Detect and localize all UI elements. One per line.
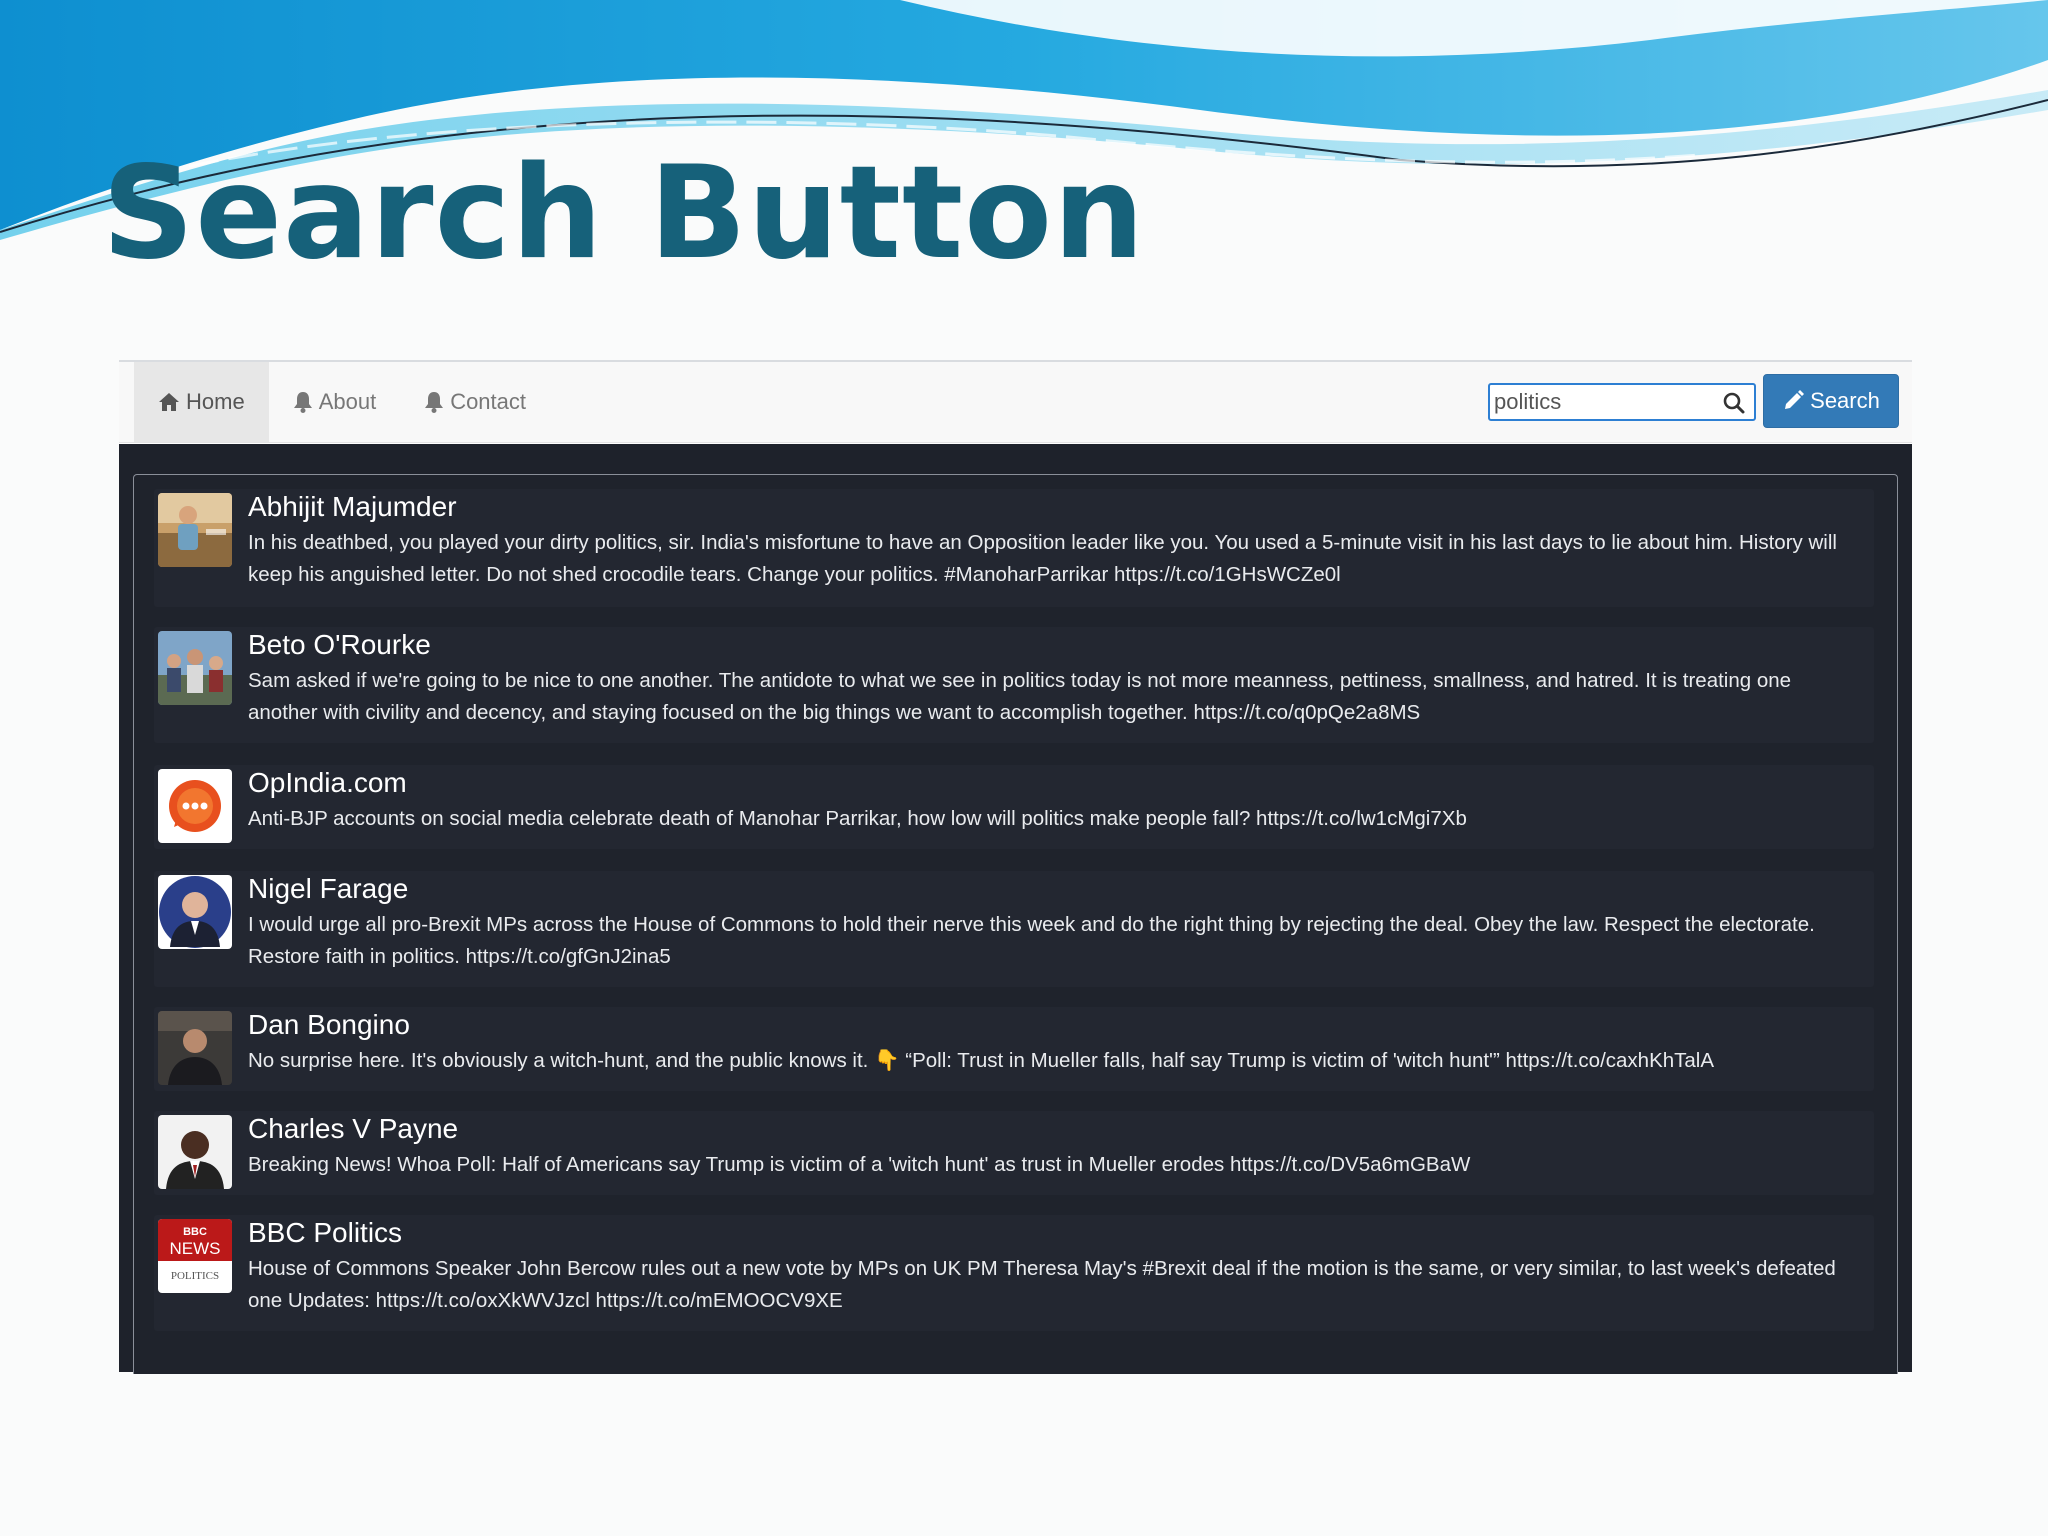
tweet-text: In his deathbed, you played your dirty p… [248,531,1837,586]
tweet-card[interactable]: Beto O'Rourke Sam asked if we're going t… [154,627,1874,743]
tweet-author[interactable]: Dan Bongino [248,1007,410,1043]
tweet-feed: Abhijit Majumder In his deathbed, you pl… [133,474,1898,1374]
tweet-text: Sam asked if we're going to be nice to o… [248,669,1792,724]
tweet-author[interactable]: Abhijit Majumder [248,489,457,525]
tweet-author[interactable]: Beto O'Rourke [248,627,431,663]
bbc-logo-text: BBC [183,1226,207,1238]
nav-label-contact: Contact [450,389,527,414]
tweet-card[interactable]: Abhijit Majumder In his deathbed, you pl… [154,489,1874,607]
slide: Search Button Home About Contact politic… [0,0,2048,1536]
nav-item-home[interactable]: Home [134,362,269,442]
search-button-label: Search [1810,388,1880,413]
results-area: Abhijit Majumder In his deathbed, you pl… [119,444,1912,1374]
profile-photo-avatar[interactable] [158,493,232,567]
tweet-author[interactable]: OpIndia.com [248,765,407,801]
nav-label-about: About [318,389,377,414]
bell-icon [293,392,312,413]
tweet-card[interactable]: Charles V Payne Breaking News! Whoa Poll… [154,1111,1874,1195]
tweet-text: Breaking News! Whoa Poll: Half of Americ… [248,1153,1471,1176]
nav-item-about[interactable]: About [269,362,401,442]
opindia-logo-avatar[interactable] [158,769,232,843]
tweet-text: No surprise here. It's obviously a witch… [248,1049,1715,1072]
portrait-avatar[interactable] [158,1011,232,1085]
nav-item-contact[interactable]: Contact [400,362,550,442]
home-icon [159,393,179,411]
news-logo-text: NEWS [170,1239,221,1258]
search-button[interactable]: Search [1763,374,1899,428]
tweet-author[interactable]: BBC Politics [248,1215,402,1251]
tweet-author[interactable]: Charles V Payne [248,1111,458,1147]
slide-title: Search Button [102,139,1146,288]
tweet-author[interactable]: Nigel Farage [248,871,408,907]
nav-label-home: Home [186,389,245,414]
group-photo-avatar[interactable] [158,631,232,705]
portrait-avatar[interactable] [158,1115,232,1189]
app-window: Home About Contact politics Search Abhij… [119,360,1912,1374]
pencil-icon [1785,390,1805,409]
tweet-text: Anti-BJP accounts on social media celebr… [248,807,1467,830]
tweet-text: I would urge all pro-Brexit MPs across t… [248,913,1815,968]
tweet-card[interactable]: OpIndia.com Anti-BJP accounts on social … [154,765,1874,849]
search-icon[interactable] [1722,391,1746,415]
tweet-text: House of Commons Speaker John Bercow rul… [248,1257,1836,1312]
portrait-avatar[interactable] [158,875,232,949]
nav-links: Home About Contact [134,362,550,442]
tweet-card[interactable]: Nigel Farage I would urge all pro-Brexit… [154,871,1874,987]
navbar: Home About Contact politics Search [119,362,1912,443]
tweet-card[interactable]: BBC NEWS POLITICS BBC Politics House of … [154,1215,1874,1331]
search-box [1488,383,1756,421]
bell-icon [425,392,444,413]
bbc-news-logo-avatar[interactable]: BBC NEWS POLITICS [158,1219,232,1293]
search-input[interactable] [1492,385,1716,419]
politics-logo-text: POLITICS [171,1270,219,1282]
tweet-card[interactable]: Dan Bongino No surprise here. It's obvio… [154,1007,1874,1091]
